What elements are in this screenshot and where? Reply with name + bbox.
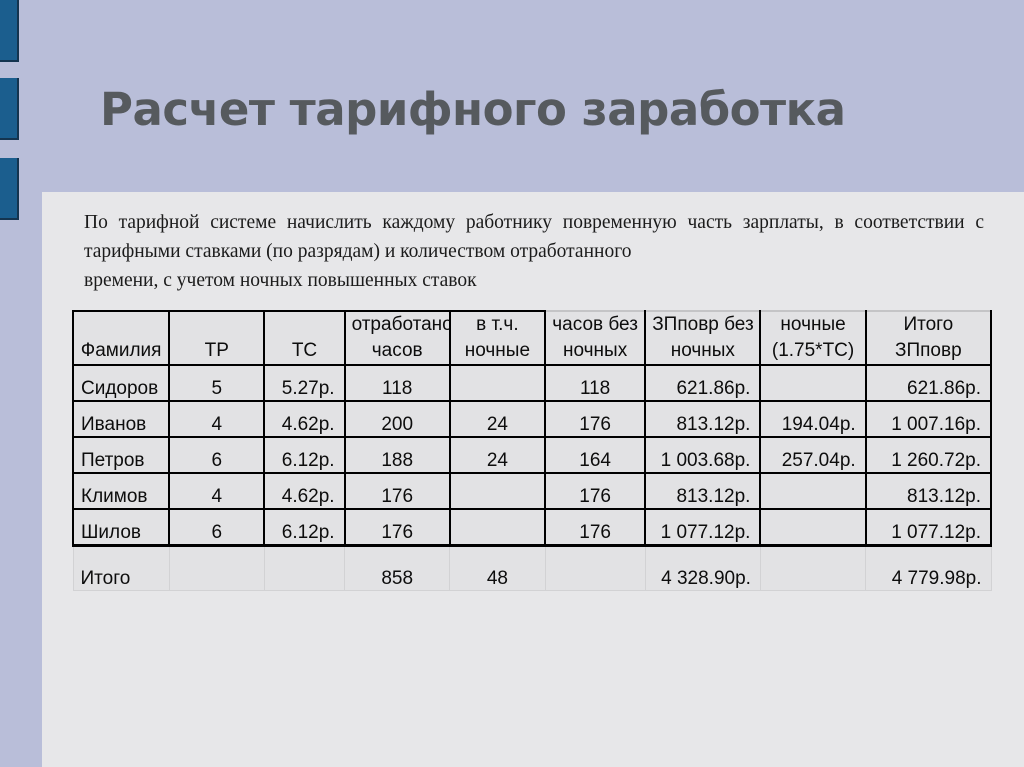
cell-totals-zp-without-night: 4 328.90р. (644, 543, 761, 591)
cell-night-hours: 24 (448, 400, 547, 438)
cell-night-pay: 194.04р. (759, 400, 867, 438)
decor-bar-1 (0, 0, 19, 62)
table-row: Климов 4 4.62р. 176 176 813.12р. 813.12р… (71, 472, 993, 510)
cell-totals-tr (168, 543, 265, 591)
col-header-hours-worked-line1: отработано (351, 314, 450, 335)
body-paragraph-line-2: времени, с учетом ночных повышенных став… (84, 270, 477, 291)
col-header-night-rate-line1: ночные (780, 314, 846, 335)
content-panel: По тарифной системе начислить каждому ра… (42, 192, 1024, 767)
cell-zp-without-night: 813.12р. (644, 400, 762, 438)
cell-hours-without-night: 118 (543, 364, 647, 402)
cell-totals-night-pay (759, 543, 867, 591)
cell-total-zp: 621.86р. (864, 364, 993, 402)
cell-surname: Климов (71, 472, 171, 510)
col-header-hours-without-night: часов без ночных (543, 310, 647, 366)
cell-tr: 4 (168, 472, 266, 510)
table-header: Фамилия ТР ТС отработано часов в т.ч. но… (71, 310, 993, 366)
col-header-night-hours: в т.ч. ночные (448, 310, 547, 366)
decor-bar-3 (0, 158, 19, 220)
col-header-total-zp-line1: Итого (903, 314, 954, 335)
cell-total-zp: 1 007.16р. (864, 400, 993, 438)
cell-zp-without-night: 1 003.68р. (644, 436, 762, 474)
cell-ts: 4.62р. (263, 400, 346, 438)
cell-night-pay (759, 508, 867, 546)
cell-total-zp: 1 077.12р. (864, 508, 993, 546)
cell-totals-ts (263, 543, 346, 591)
cell-hours-worked: 176 (343, 508, 451, 546)
table-body: Сидоров 5 5.27р. 118 118 621.86р. 621.86… (71, 364, 993, 591)
cell-total-zp: 813.12р. (864, 472, 993, 510)
col-header-night-rate-line2: (1.75*ТС) (771, 340, 855, 361)
cell-totals-night-hours: 48 (449, 543, 546, 591)
cell-tr: 6 (168, 508, 266, 546)
table-totals-row: Итого 858 48 4 328.90р. 4 779.98р. (72, 543, 992, 591)
cell-totals-total-zp: 4 779.98р. (865, 543, 992, 591)
col-header-zp-without-night-line1: ЗПповр без (652, 314, 754, 335)
col-header-tr: ТР (168, 310, 266, 366)
col-header-hours-without-night-line2: ночных (563, 340, 628, 361)
cell-ts: 4.62р. (263, 472, 346, 510)
cell-hours-without-night: 176 (543, 472, 647, 510)
cell-hours-without-night: 176 (543, 400, 647, 438)
col-header-night-rate: ночные (1.75*ТС) (759, 310, 867, 366)
cell-hours-worked: 200 (343, 400, 451, 438)
cell-night-hours: 24 (448, 436, 547, 474)
body-paragraph-line-1: По тарифной системе начислить каждому ра… (84, 212, 984, 262)
body-paragraph: По тарифной системе начислить каждому ра… (84, 208, 984, 295)
cell-hours-without-night: 164 (543, 436, 647, 474)
slide-canvas: Расчет тарифного заработка По тарифной с… (0, 0, 1024, 767)
page-title: Расчет тарифного заработка (100, 83, 846, 136)
cell-tr: 4 (168, 400, 266, 438)
table-row: Петров 6 6.12р. 188 24 164 1 003.68р. 25… (71, 436, 993, 474)
col-header-hours-worked: отработано часов (343, 310, 451, 366)
cell-ts: 5.27р. (263, 364, 346, 402)
col-header-ts-line2: ТС (291, 340, 318, 361)
cell-night-hours (448, 364, 547, 402)
cell-surname: Петров (71, 436, 171, 474)
cell-ts: 6.12р. (263, 436, 346, 474)
cell-totals-label: Итого (72, 543, 170, 591)
cell-total-zp: 1 260.72р. (864, 436, 993, 474)
cell-surname: Сидоров (71, 364, 171, 402)
cell-ts: 6.12р. (263, 508, 346, 546)
col-header-hours-without-night-line1: часов без (552, 314, 638, 335)
cell-night-pay (759, 364, 867, 402)
col-header-total-zp: Итого ЗПповр (864, 310, 993, 366)
cell-totals-hours-worked: 858 (344, 543, 451, 591)
cell-hours-without-night: 176 (543, 508, 647, 546)
cell-surname: Шилов (71, 508, 171, 546)
cell-hours-worked: 188 (343, 436, 451, 474)
calculation-table-wrapper: Фамилия ТР ТС отработано часов в т.ч. но… (71, 310, 1024, 591)
col-header-zp-without-night: ЗПповр без ночных (644, 310, 762, 366)
col-header-zp-without-night-line2: ночных (670, 340, 735, 361)
col-header-ts: ТС (263, 310, 346, 366)
table-row: Сидоров 5 5.27р. 118 118 621.86р. 621.86… (71, 364, 993, 402)
col-header-night-hours-line1: в т.ч. (476, 314, 519, 335)
col-header-surname: Фамилия (71, 310, 171, 366)
table-header-row: Фамилия ТР ТС отработано часов в т.ч. но… (71, 310, 993, 366)
cell-night-pay (759, 472, 867, 510)
cell-zp-without-night: 621.86р. (644, 364, 762, 402)
cell-hours-worked: 118 (343, 364, 451, 402)
col-header-night-hours-line2: ночные (464, 340, 531, 361)
table-row: Шилов 6 6.12р. 176 176 1 077.12р. 1 077.… (71, 508, 993, 546)
decor-bar-2 (0, 78, 19, 140)
cell-night-pay: 257.04р. (759, 436, 867, 474)
table-row: Иванов 4 4.62р. 200 24 176 813.12р. 194.… (71, 400, 993, 438)
cell-zp-without-night: 1 077.12р. (644, 508, 762, 546)
cell-hours-worked: 176 (343, 472, 451, 510)
calculation-table: Фамилия ТР ТС отработано часов в т.ч. но… (71, 310, 993, 591)
cell-surname: Иванов (71, 400, 171, 438)
col-header-hours-worked-line2: часов (371, 340, 423, 361)
cell-night-hours (448, 472, 547, 510)
cell-zp-without-night: 813.12р. (644, 472, 762, 510)
cell-tr: 6 (168, 436, 266, 474)
cell-tr: 5 (168, 364, 266, 402)
cell-totals-hours-without-night (544, 543, 646, 591)
cell-night-hours (448, 508, 547, 546)
col-header-surname-line2: Фамилия (80, 340, 162, 361)
col-header-tr-line2: ТР (204, 340, 229, 361)
col-header-total-zp-line2: ЗПповр (895, 340, 962, 361)
